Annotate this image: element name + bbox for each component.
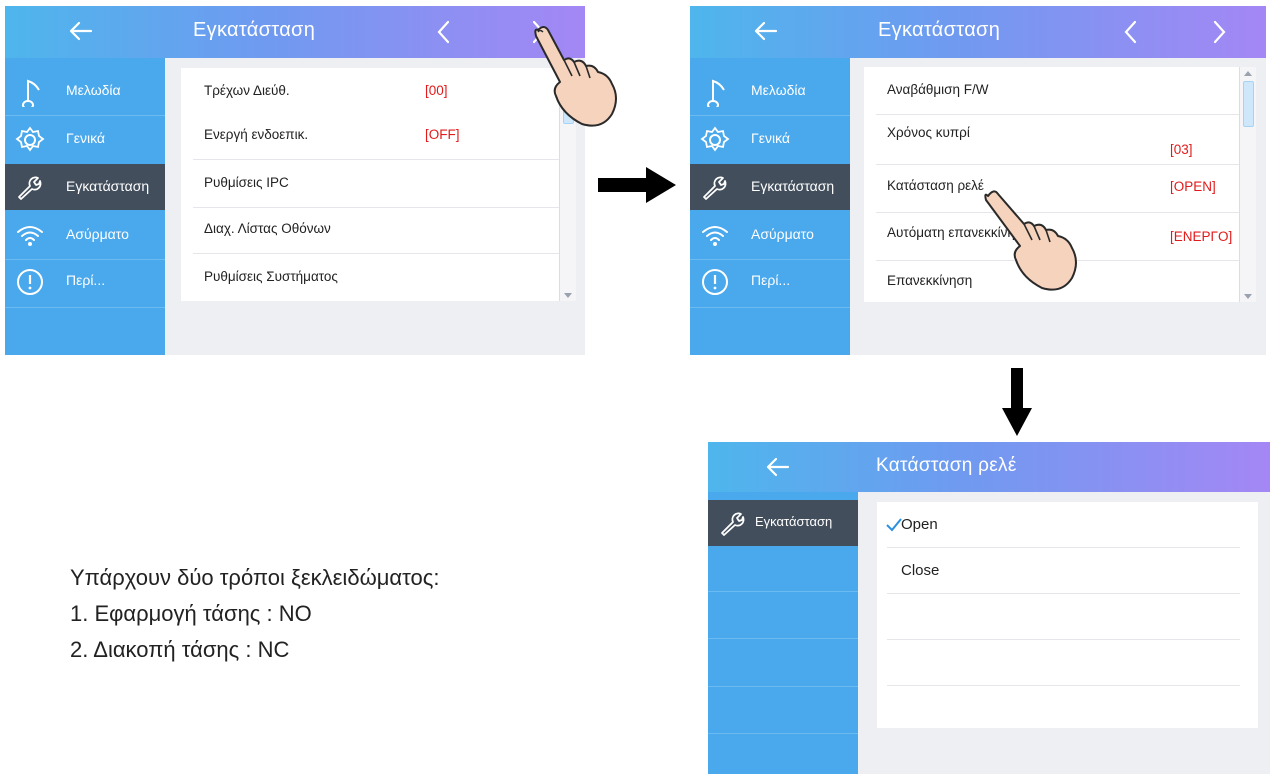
option-open[interactable]: Open bbox=[877, 502, 1258, 548]
music-note-icon bbox=[22, 79, 40, 107]
list-item[interactable]: Χρόνος κυπρί [03] bbox=[864, 113, 1256, 165]
settings-list: Τρέχων Διεύθ. [00] Ενεργή ενδοεπικ. [OFF… bbox=[181, 68, 576, 301]
list-item[interactable]: Ρυθμίσεις Συστήματος bbox=[181, 254, 576, 302]
gear-icon bbox=[15, 126, 45, 152]
option-empty bbox=[877, 594, 1258, 640]
page-title: Εγκατάσταση bbox=[878, 19, 1001, 41]
list-item[interactable]: Αναβάθμιση F/W bbox=[864, 67, 1256, 115]
sidebar-item-label: Ασύρματο bbox=[66, 226, 129, 242]
sidebar-item-label: Εγκατάσταση bbox=[751, 178, 835, 194]
list-item[interactable]: Ενεργή ενδοεπικ. [OFF] bbox=[181, 112, 576, 160]
pointing-hand-icon bbox=[984, 190, 1077, 291]
option-close[interactable]: Close bbox=[877, 548, 1258, 594]
music-note-icon bbox=[707, 79, 725, 107]
option-empty bbox=[877, 640, 1258, 686]
sidebar-item-wireless[interactable]: Ασύρματο bbox=[690, 212, 850, 258]
screen-installation-page1: Εγκατάσταση Μελωδία Γενικά Εγκατάσταση Α… bbox=[5, 6, 585, 355]
sidebar-item-installation[interactable]: Εγκατάσταση bbox=[690, 164, 850, 210]
header-bar: Εγκατάσταση bbox=[5, 6, 585, 58]
sidebar-item-general[interactable]: Γενικά bbox=[5, 116, 165, 162]
chevron-left-icon[interactable] bbox=[1118, 18, 1144, 46]
sidebar-item-label: Μελωδία bbox=[66, 82, 121, 98]
chevron-left-icon[interactable] bbox=[431, 18, 457, 46]
sidebar-item-melody[interactable]: Μελωδία bbox=[5, 68, 165, 114]
info-icon bbox=[702, 269, 728, 295]
sidebar-item-label: Γενικά bbox=[751, 130, 790, 146]
sidebar-item-wireless[interactable]: Ασύρματο bbox=[5, 212, 165, 258]
page-title: Εγκατάσταση bbox=[193, 19, 316, 41]
sidebar: Μελωδία Γενικά Εγκατάσταση Ασύρματο Περί… bbox=[5, 58, 165, 355]
options-list: Open Close bbox=[877, 502, 1258, 728]
sidebar-item-label: Περί... bbox=[751, 272, 791, 288]
sidebar-item-label: Ασύρματο bbox=[751, 226, 814, 242]
wifi-icon bbox=[17, 226, 43, 246]
sidebar-item-label: Γενικά bbox=[66, 130, 105, 146]
sidebar-item-label: Περί... bbox=[66, 272, 106, 288]
gear-icon bbox=[700, 126, 730, 152]
arrow-left-icon[interactable] bbox=[762, 454, 794, 480]
header-bar: Κατάσταση ρελέ bbox=[708, 442, 1270, 492]
scrollbar[interactable] bbox=[1239, 67, 1256, 302]
instructions-item-no: 1. Εφαρμογή τάσης : ΝΟ bbox=[70, 601, 312, 626]
screen-relay-status: Κατάσταση ρελέ Εγκατάσταση Open Close bbox=[708, 442, 1270, 774]
instructions-item-nc: 2. Διακοπή τάσης : NC bbox=[70, 637, 290, 662]
wifi-icon bbox=[702, 226, 728, 246]
chevron-right-icon[interactable] bbox=[1206, 18, 1232, 46]
sidebar-item-label: Εγκατάσταση bbox=[755, 514, 833, 529]
screen-installation-page2: Εγκατάσταση Μελωδία Γενικά Εγκατάσταση Α… bbox=[690, 6, 1266, 355]
arrow-left-icon[interactable] bbox=[65, 18, 97, 44]
info-icon bbox=[17, 269, 43, 295]
sidebar-item-installation[interactable]: Εγκατάσταση bbox=[5, 164, 165, 210]
sidebar-item-label: Μελωδία bbox=[751, 82, 806, 98]
arrow-left-icon[interactable] bbox=[750, 18, 782, 44]
sidebar-item-installation[interactable]: Εγκατάσταση bbox=[708, 500, 858, 546]
sidebar-item-general[interactable]: Γενικά bbox=[690, 116, 850, 162]
page-title: Κατάσταση ρελέ bbox=[876, 455, 1017, 476]
instructions-heading: Υπάρχουν δύο τρόποι ξεκλειδώματος: bbox=[70, 565, 440, 590]
wrench-icon bbox=[703, 176, 727, 200]
header-bar: Εγκατάσταση bbox=[690, 6, 1266, 58]
pointing-hand-icon bbox=[534, 26, 617, 127]
arrow-down-icon bbox=[1002, 368, 1032, 436]
wrench-icon bbox=[18, 176, 42, 200]
list-item[interactable]: Ρυθμίσεις IPC bbox=[181, 160, 576, 208]
arrow-right-icon bbox=[598, 167, 676, 203]
sidebar: Εγκατάσταση bbox=[708, 492, 858, 774]
list-item[interactable]: Τρέχων Διεύθ. [00] bbox=[181, 68, 576, 116]
sidebar-item-about[interactable]: Περί... bbox=[690, 258, 850, 304]
sidebar: Μελωδία Γενικά Εγκατάσταση Ασύρματο Περί… bbox=[690, 58, 850, 355]
sidebar-item-label: Εγκατάσταση bbox=[66, 178, 150, 194]
sidebar-item-melody[interactable]: Μελωδία bbox=[690, 68, 850, 114]
list-item[interactable]: Διαχ. Λίστας Οθόνων bbox=[181, 206, 576, 254]
sidebar-item-about[interactable]: Περί... bbox=[5, 258, 165, 304]
wrench-icon bbox=[721, 512, 745, 536]
